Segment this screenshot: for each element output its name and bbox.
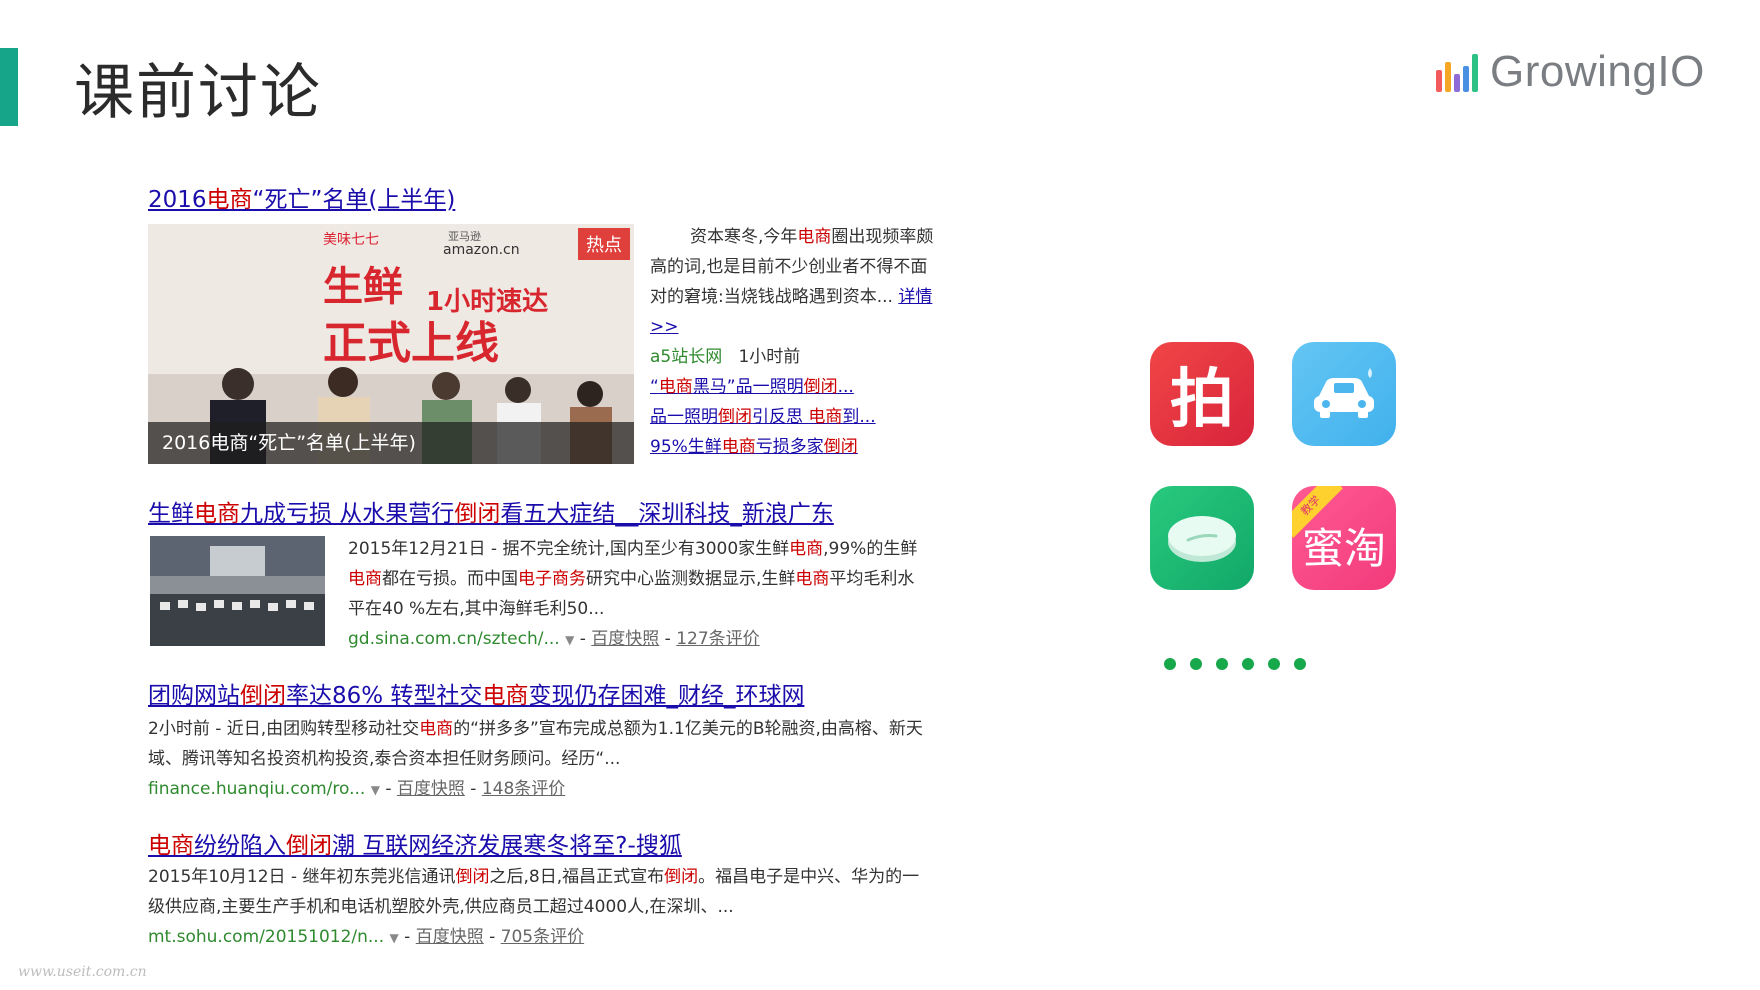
comments-link[interactable]: 127条评价 (676, 629, 759, 649)
title-accent-bar (0, 48, 18, 126)
svg-text:生鲜: 生鲜 (323, 264, 403, 310)
result-1-summary: 资本寒冬,今年电商圈出现频率颇高的词,也是目前不少创业者不得不面对的窘境:当烧钱… (650, 222, 940, 462)
result-1-image[interactable]: 美味七七 亚马逊 amazon.cn 生鲜 1小时速达 正式上线 热点 2016… (148, 224, 634, 464)
related-link-1[interactable]: “电商黑马”品一照明倒闭... (650, 377, 854, 397)
result-4-url: mt.sohu.com/20151012/n... (148, 927, 385, 947)
watermark: www.useit.com.cn (18, 964, 147, 980)
cache-link[interactable]: 百度快照 (416, 927, 484, 947)
mitao-app-icon: 教学 蜜淘 (1292, 486, 1396, 590)
result-3-snippet: 2小时前 - 近日,由团购转型移动社交电商的“拼多多”宣布完成总额为1.1亿美元… (148, 714, 928, 805)
comments-link[interactable]: 705条评价 (501, 927, 584, 947)
cache-link[interactable]: 百度快照 (397, 779, 465, 799)
source-name: a5站长网 (650, 347, 723, 367)
page-title: 课前讨论 (74, 58, 322, 128)
result-3-title-link[interactable]: 团购网站倒闭率达86% 转型社交电商变现仍存困难_财经_环球网 (148, 676, 804, 710)
image-caption: 2016电商“死亡”名单(上半年) (148, 422, 634, 464)
dropdown-arrow-icon[interactable]: ▼ (565, 633, 574, 647)
summary-text: 资本寒冬,今年电商圈出现频率颇高的词,也是目前不少创业者不得不面对的窘境:当烧钱… (650, 227, 934, 337)
more-apps-ellipsis (1164, 658, 1306, 670)
comments-link[interactable]: 148条评价 (482, 779, 565, 799)
logo-text: GrowingIO (1490, 47, 1705, 96)
result-4-meta: mt.sohu.com/20151012/n... ▼ - 百度快照 - 705… (148, 927, 585, 947)
pill-app-icon (1150, 486, 1254, 590)
pai-app-icon: 拍 (1150, 342, 1254, 446)
result-1-title-link[interactable]: 2016电商“死亡”名单(上半年) (148, 180, 455, 214)
result-2-url: gd.sina.com.cn/sztech/... (348, 629, 560, 649)
svg-text:amazon.cn: amazon.cn (443, 242, 520, 258)
svg-text:正式上线: 正式上线 (323, 318, 499, 369)
result-2-meta: gd.sina.com.cn/sztech/... ▼ - 百度快照 - 127… (348, 629, 760, 649)
result-3-url: finance.huanqiu.com/ro... (148, 779, 366, 799)
source-line: a5站长网 1小时前 (650, 342, 940, 372)
svg-text:美味七七: 美味七七 (323, 232, 379, 248)
cache-link[interactable]: 百度快照 (591, 629, 659, 649)
result-2-snippet: 2015年12月21日 - 据不完全统计,国内至少有3000家生鲜电商,99%的… (348, 534, 928, 655)
logo-bars-icon (1436, 52, 1478, 92)
result-4-title-link[interactable]: 电商纷纷陷入倒闭潮 互联网经济发展寒冬将至?-搜狐 (148, 826, 682, 860)
group-photo-illustration (150, 536, 325, 646)
result-2-thumbnail[interactable] (150, 536, 325, 646)
related-link-2[interactable]: 品一照明倒闭引反思 电商到... (650, 407, 876, 427)
svg-text:1小时速达: 1小时速达 (426, 287, 548, 317)
dropdown-arrow-icon[interactable]: ▼ (371, 783, 380, 797)
result-2-title-link[interactable]: 生鲜电商九成亏损 从水果营行倒闭看五大症结__深圳科技_新浪广东 (148, 494, 834, 528)
source-time: 1小时前 (738, 347, 801, 367)
result-3-meta: finance.huanqiu.com/ro... ▼ - 百度快照 - 148… (148, 779, 566, 799)
car-wash-app-icon (1292, 342, 1396, 446)
related-link-3[interactable]: 95%生鲜电商亏损多家倒闭 (650, 437, 858, 457)
hot-badge: 热点 (578, 228, 630, 260)
result-4-snippet: 2015年10月12日 - 继年初东莞兆信通讯倒闭之后,8日,福昌正式宣布倒闭。… (148, 862, 928, 953)
dropdown-arrow-icon[interactable]: ▼ (390, 931, 399, 945)
growingio-logo: GrowingIO (1436, 44, 1705, 100)
